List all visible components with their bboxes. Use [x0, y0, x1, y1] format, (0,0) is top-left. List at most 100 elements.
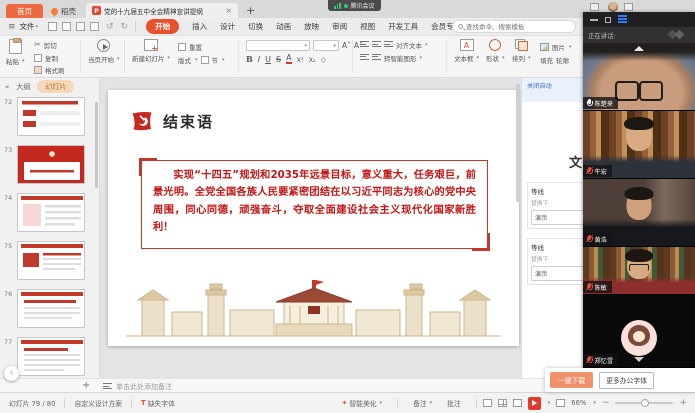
- slide-thumbnail-76[interactable]: [17, 289, 85, 328]
- close-tab-icon[interactable]: ×: [225, 6, 232, 15]
- titlebar-tool-icon[interactable]: [590, 3, 599, 11]
- slide-body-box[interactable]: 实现“十四五”规划和2035年远景目标，意义重大，任务艰巨，前景光明。全党全国各…: [141, 160, 488, 249]
- section-button[interactable]: 节▾: [201, 55, 225, 65]
- bullet-list-icon[interactable]: [360, 41, 369, 49]
- meeting-menu-icon[interactable]: [618, 15, 627, 24]
- fit-window-icon[interactable]: [556, 399, 565, 407]
- design-scheme[interactable]: 自定义设计方案: [74, 398, 122, 408]
- redo-icon[interactable]: ↻: [121, 22, 129, 32]
- menu-icon[interactable]: ≡: [8, 22, 16, 32]
- slideshow-play-button[interactable]: [528, 397, 541, 410]
- reading-view-icon[interactable]: [513, 399, 522, 407]
- participant-video-3[interactable]: 黄浩: [583, 179, 695, 247]
- font-replacement-select[interactable]: 演示: [531, 266, 583, 281]
- expand-videos-icon[interactable]: [634, 357, 644, 362]
- minimize-icon[interactable]: [590, 19, 598, 21]
- maximize-icon[interactable]: [605, 17, 611, 23]
- download-fonts-button[interactable]: 一键下载: [550, 372, 593, 388]
- tab-animation[interactable]: 动画: [276, 21, 291, 32]
- file-menu[interactable]: 文件: [20, 21, 35, 32]
- cut-button[interactable]: ✂剪切: [34, 40, 65, 50]
- textbox-button[interactable]: A 文本框▾: [454, 39, 479, 63]
- slides-tab[interactable]: 幻灯片: [37, 80, 74, 93]
- add-slide-button[interactable]: +: [82, 380, 90, 391]
- copy-button[interactable]: 复制: [34, 53, 65, 63]
- fill-button[interactable]: 填充: [540, 55, 553, 65]
- indent-increase-icon[interactable]: [372, 54, 381, 62]
- slide-thumbnail-73[interactable]: [17, 145, 85, 184]
- collapse-videos-icon[interactable]: [634, 46, 644, 51]
- font-replacement-select[interactable]: 演示: [531, 210, 583, 225]
- slide-sorter-view-icon[interactable]: [498, 399, 507, 407]
- align-left-icon[interactable]: [384, 41, 393, 49]
- user-avatar[interactable]: [608, 2, 618, 12]
- align-text-button[interactable]: 对齐文本▾: [396, 40, 428, 50]
- to-smartart-button[interactable]: 转智能图形▾: [384, 53, 422, 63]
- slide-thumbnail-75[interactable]: [17, 241, 85, 280]
- numbered-list-icon[interactable]: [372, 41, 381, 49]
- new-slide-button[interactable]: 新建幻灯片▾: [132, 39, 170, 63]
- tab-design[interactable]: 设计: [220, 21, 235, 32]
- print-icon[interactable]: [76, 22, 85, 31]
- document-tab[interactable]: P 党的十九届五中全会精神宣讲提纲 ×: [86, 3, 238, 18]
- tab-transition[interactable]: 切换: [248, 21, 263, 32]
- missing-fonts-status[interactable]: T缺失字体: [141, 398, 175, 408]
- tab-view[interactable]: 视图: [360, 21, 375, 32]
- reset-button[interactable]: 重置: [178, 42, 225, 52]
- layout-button[interactable]: 版式▾: [178, 55, 198, 65]
- search-input[interactable]: [466, 23, 566, 31]
- command-search[interactable]: [452, 20, 576, 33]
- tab-home-ribbon[interactable]: 开始: [146, 19, 179, 34]
- notes-placeholder[interactable]: 单击此处添加备注: [116, 382, 172, 392]
- shapes-button[interactable]: 形状▾: [486, 39, 505, 63]
- clear-format-button[interactable]: ◇: [321, 56, 326, 64]
- participant-video-5[interactable]: 郑忆雪: [583, 295, 695, 368]
- chevron-down-icon[interactable]: ▾: [548, 400, 551, 406]
- notes-button[interactable]: 备注▾: [413, 398, 432, 408]
- docer-tab[interactable]: 稻壳: [43, 4, 84, 18]
- new-tab-button[interactable]: +: [246, 4, 255, 17]
- font-family-select[interactable]: ▾: [246, 40, 310, 51]
- outline-tab[interactable]: 大纲: [16, 82, 30, 92]
- output-icon[interactable]: [62, 22, 71, 31]
- slide-thumbnail-72[interactable]: [17, 97, 85, 136]
- zoom-slider-knob[interactable]: [641, 399, 649, 407]
- bold-button[interactable]: B: [246, 54, 253, 64]
- zoom-in-button[interactable]: +: [679, 398, 687, 408]
- thumbnail-scrollbar[interactable]: [95, 102, 98, 188]
- preview-icon[interactable]: [90, 22, 99, 31]
- outline-button[interactable]: 轮廓: [556, 55, 569, 65]
- save-icon[interactable]: [48, 22, 57, 31]
- subscript-button[interactable]: X₂: [309, 56, 316, 64]
- italic-button[interactable]: I: [258, 55, 260, 64]
- tab-slideshow[interactable]: 放映: [304, 21, 319, 32]
- beautify-button[interactable]: ✦智能美化▾: [342, 398, 382, 408]
- tab-insert[interactable]: 插入: [192, 21, 207, 32]
- indent-decrease-icon[interactable]: [360, 54, 369, 62]
- canvas-scrollbar[interactable]: [516, 84, 520, 202]
- slide-thumbnail-74[interactable]: [17, 193, 85, 232]
- close-auto-link[interactable]: 关闭自动: [522, 78, 583, 102]
- tencent-meeting-pill[interactable]: 腾讯会议: [328, 0, 381, 11]
- paste-button[interactable]: 粘贴▾: [6, 39, 25, 66]
- undo-icon[interactable]: ↺: [106, 22, 114, 32]
- participant-video-4[interactable]: 陈敏: [583, 247, 695, 295]
- more-fonts-button[interactable]: 更多办公字体: [599, 372, 654, 389]
- tab-review[interactable]: 审阅: [332, 21, 347, 32]
- participant-video-1[interactable]: 陈楚来: [583, 43, 695, 111]
- font-size-select[interactable]: ▾: [313, 40, 339, 51]
- format-painter-button[interactable]: 格式刷: [34, 65, 65, 75]
- arrange-button[interactable]: 排列▾: [512, 39, 531, 63]
- normal-view-icon[interactable]: [483, 399, 492, 407]
- superscript-button[interactable]: X²: [297, 56, 304, 64]
- comments-button[interactable]: 批注: [447, 398, 461, 408]
- play-from-current-button[interactable]: 当页开始▾: [88, 39, 120, 64]
- grow-font-button[interactable]: A˄: [342, 41, 351, 50]
- zoom-level[interactable]: 66%: [571, 399, 586, 407]
- participant-video-2[interactable]: 牛宏: [583, 111, 695, 179]
- tab-devtools[interactable]: 开发工具: [388, 21, 418, 32]
- slide-thumbnail-77[interactable]: [17, 337, 85, 376]
- current-slide[interactable]: 结束语 实现“十四五”规划和2035年远景目标，意义重大，任务艰巨，前景光明。全…: [108, 90, 519, 346]
- collapse-panel-icon[interactable]: «: [5, 83, 9, 91]
- zoom-out-button[interactable]: −: [602, 398, 610, 408]
